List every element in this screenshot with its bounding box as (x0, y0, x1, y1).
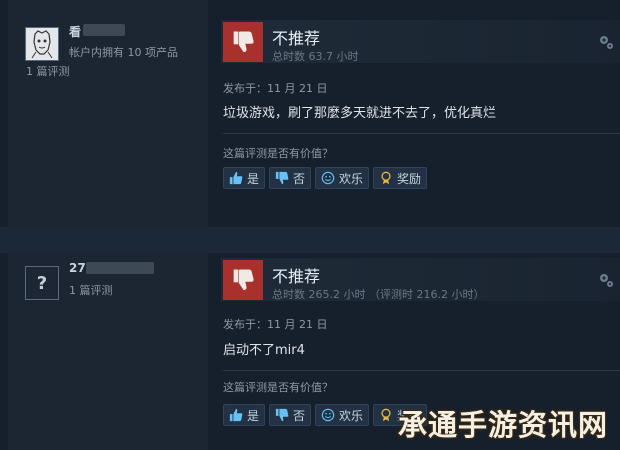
reviews-count[interactable]: 1 篇评测 (26, 63, 70, 79)
avatar-placeholder: ? (36, 272, 48, 294)
vote-funny-label: 欢乐 (339, 408, 364, 423)
review-body: 不推荐 总时数 265.2 小时 （评测时 216.2 小时） 发布于：11 月… (221, 253, 620, 450)
helpful-question: 这篇评测是否有价值？ (223, 147, 333, 160)
vote-buttons: 是 否 欢乐 奖励 (223, 167, 428, 189)
vote-yes-button[interactable]: 是 (223, 404, 266, 426)
award-button[interactable]: 奖励 (373, 167, 428, 189)
reviewer-panel: 看 帐户内拥有 10 项产品 1 篇评测 (8, 0, 208, 227)
thumbs-down-icon (275, 408, 289, 422)
vote-no-button[interactable]: 否 (269, 404, 312, 426)
review-body: 不推荐 总时数 63.7 小时 发布于：11 月 21 日 垃圾游戏，刷了那麼多… (221, 0, 620, 227)
thumbs-up-icon (229, 408, 243, 422)
verdict-title: 不推荐 (272, 29, 321, 48)
vote-header[interactable]: 不推荐 总时数 63.7 小时 (221, 20, 620, 63)
vote-no-button[interactable]: 否 (269, 167, 312, 189)
award-button[interactable]: 奖励 (373, 404, 428, 426)
vote-header[interactable]: 不推荐 总时数 265.2 小时 （评测时 216.2 小时） (221, 258, 620, 301)
playtime: 总时数 265.2 小时 （评测时 216.2 小时） (272, 288, 485, 301)
smiley-icon (321, 408, 335, 422)
helpful-question: 这篇评测是否有价值？ (223, 381, 333, 394)
thumbs-down-icon (223, 260, 263, 300)
smiley-icon (321, 171, 335, 185)
award-icon (381, 408, 391, 422)
verdict-title: 不推荐 (272, 267, 321, 286)
vote-no-label: 否 (293, 171, 306, 186)
posted-date: 发布于：11 月 21 日 (223, 318, 328, 331)
award-label: 奖励 (397, 408, 422, 423)
blurred-name (86, 262, 154, 274)
review-content: 启动不了mir4 (223, 343, 305, 358)
gear-icon[interactable] (598, 34, 614, 50)
divider (223, 133, 620, 134)
vote-no-label: 否 (293, 408, 306, 423)
avatar[interactable] (25, 27, 59, 61)
reviews-count[interactable]: 1 篇评测 (69, 282, 113, 298)
vote-funny-button[interactable]: 欢乐 (315, 404, 370, 426)
thumbs-up-icon (229, 171, 243, 185)
award-icon (381, 171, 391, 185)
avatar[interactable]: ? (25, 266, 59, 300)
award-label: 奖励 (397, 171, 422, 186)
vote-funny-label: 欢乐 (339, 171, 364, 186)
posted-date: 发布于：11 月 21 日 (223, 82, 328, 95)
vote-yes-label: 是 (247, 408, 260, 423)
persona-name[interactable]: 27 (69, 261, 86, 275)
review-card: 看 帐户内拥有 10 项产品 1 篇评测 不推荐 总时数 63.7 小时 发布于… (0, 0, 620, 227)
review-card: ? 27 1 篇评测 不推荐 总时数 265.2 小时 （评测时 216.2 小… (0, 253, 620, 450)
reviewer-panel: ? 27 1 篇评测 (8, 253, 208, 450)
persona-name[interactable]: 看 (69, 23, 81, 40)
blurred-name (83, 24, 125, 36)
thumbs-down-icon (275, 171, 289, 185)
vote-yes-button[interactable]: 是 (223, 167, 266, 189)
thumbs-down-icon (223, 22, 263, 62)
products-owned[interactable]: 帐户内拥有 10 项产品 (69, 44, 178, 60)
playtime: 总时数 63.7 小时 (272, 50, 359, 63)
vote-yes-label: 是 (247, 171, 260, 186)
vote-funny-button[interactable]: 欢乐 (315, 167, 370, 189)
vote-buttons: 是 否 欢乐 奖励 (223, 404, 428, 426)
divider (223, 370, 620, 371)
review-content: 垃圾游戏，刷了那麼多天就进不去了，优化真烂 (223, 106, 497, 121)
gear-icon[interactable] (598, 272, 614, 288)
avatar-sketch-icon (26, 28, 58, 60)
